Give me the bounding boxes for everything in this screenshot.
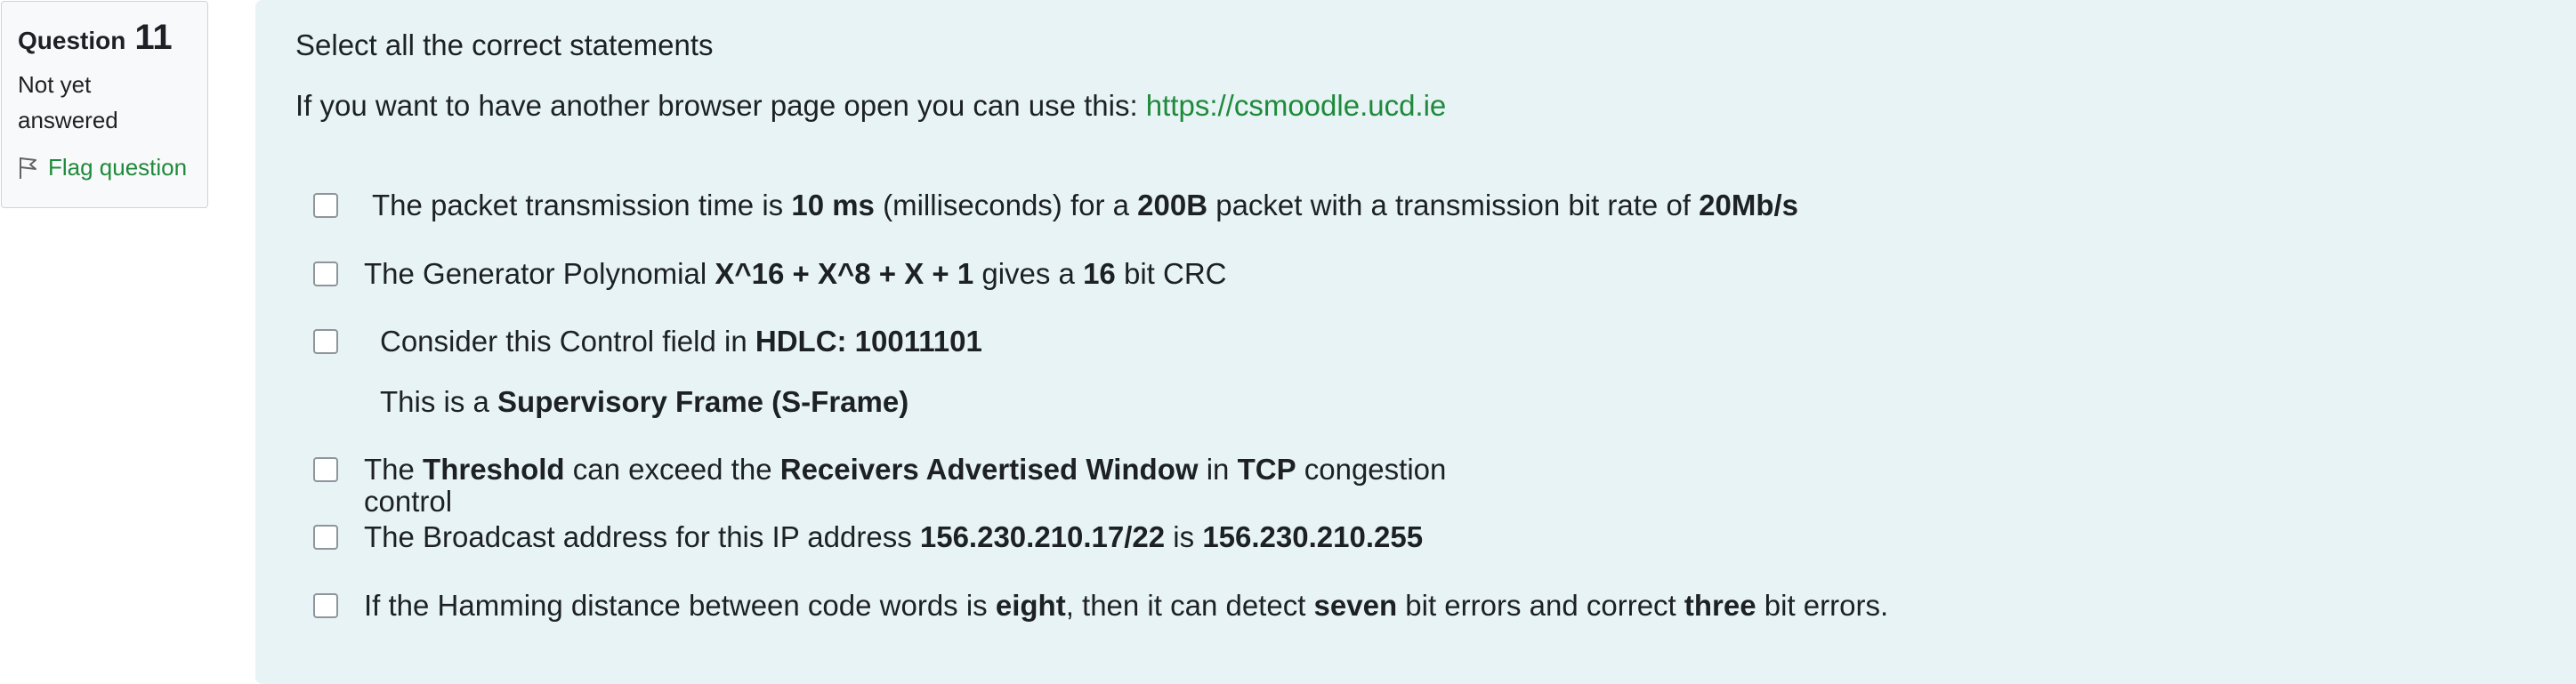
question-prompt: Select all the correct statements <box>295 28 714 61</box>
browser-hint: If you want to have another browser page… <box>295 89 1446 123</box>
option-checkbox-5[interactable] <box>313 525 338 550</box>
option-checkbox-2[interactable] <box>313 262 338 286</box>
option-label-2[interactable]: The Generator Polynomial X^16 + X^8 + X … <box>364 256 1226 292</box>
question-number: Question 11 <box>18 18 191 58</box>
flag-question-label: Flag question <box>48 154 188 181</box>
question-page: Question 11 Not yet answered Flag questi… <box>0 0 2576 684</box>
question-info-box: Question 11 Not yet answered Flag questi… <box>1 1 208 208</box>
browser-hint-text: If you want to have another browser page… <box>295 89 1146 122</box>
option-checkbox-1[interactable] <box>313 193 338 218</box>
option-label-5[interactable]: The Broadcast address for this IP addres… <box>364 519 1423 555</box>
option-checkbox-6[interactable] <box>313 593 338 618</box>
option-label-6[interactable]: If the Hamming distance between code wor… <box>364 588 1888 624</box>
flag-question-link[interactable]: Flag question <box>18 154 191 181</box>
option-label-3-line-2[interactable]: This is a Supervisory Frame (S-Frame) <box>380 384 908 420</box>
option-checkbox-4[interactable] <box>313 457 338 482</box>
option-label-1[interactable]: The packet transmission time is 10 ms (m… <box>372 188 1798 223</box>
option-label-3-line-1[interactable]: Consider this Control field in HDLC: 100… <box>380 324 982 359</box>
flag-icon <box>20 157 36 179</box>
question-state: Not yet answered <box>18 71 118 133</box>
option-checkbox-3[interactable] <box>313 329 338 354</box>
question-content: Select all the correct statements If you… <box>255 0 2576 684</box>
option-label-4-continuation: control <box>364 485 453 518</box>
option-label-4[interactable]: The Threshold can exceed the Receivers A… <box>364 452 1446 518</box>
question-label: Question <box>18 27 126 54</box>
question-number-value: 11 <box>134 18 173 57</box>
csmoodle-link[interactable]: https://csmoodle.ucd.ie <box>1146 89 1447 122</box>
